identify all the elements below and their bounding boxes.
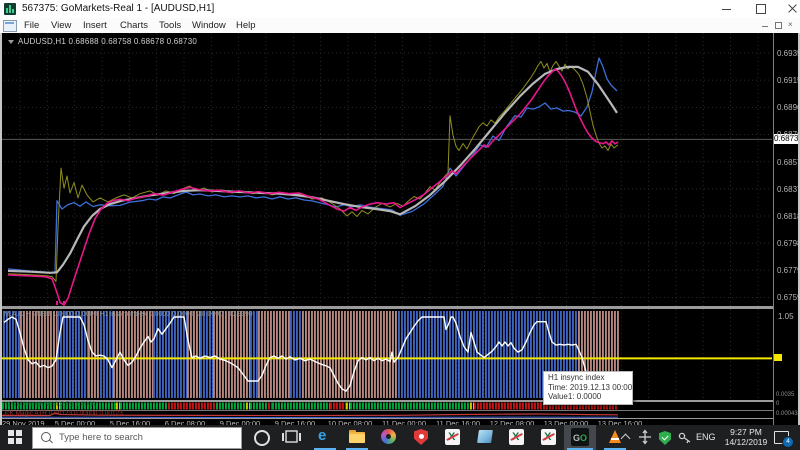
clock-date: 14/12/2019 xyxy=(724,436,768,447)
indicator-tooltip: H1 insync index Time: 2019.12.13 00:00 V… xyxy=(543,371,633,405)
menu-view[interactable]: View xyxy=(51,20,71,31)
price-axis-label: 0.67595 xyxy=(777,293,800,302)
close-button[interactable] xyxy=(778,0,800,18)
price-axis[interactable]: 0.68730 1.05 0.693500.691550.689600.6876… xyxy=(773,33,800,425)
arrow-object xyxy=(63,301,65,305)
task-view-button[interactable] xyxy=(278,425,308,450)
tray-expand-button[interactable] xyxy=(618,425,634,450)
gomarkets-icon: GO xyxy=(571,428,589,446)
mini-scale-label: 0.0035 xyxy=(776,392,795,398)
taskbar: Type here to search e X X X GO ENG 9:27 … xyxy=(0,425,800,450)
arrow-object xyxy=(56,301,58,305)
mini-scale-label: 0.00043 xyxy=(776,411,798,417)
child-close-icon[interactable]: × xyxy=(788,21,793,29)
price-axis-label: 0.69350 xyxy=(777,49,800,58)
tooltip-value: Value1: 0.0000 xyxy=(548,392,602,401)
price-axis-label: 0.68765 xyxy=(777,130,800,139)
excel-icon: X xyxy=(509,429,524,445)
taskbar-search[interactable]: Type here to search xyxy=(32,427,242,449)
tray-app-button[interactable] xyxy=(637,425,653,450)
language-indicator[interactable]: ENG xyxy=(696,432,716,442)
gomarkets-mt4-button-active[interactable]: GO xyxy=(564,425,596,450)
notes-button[interactable] xyxy=(470,425,500,450)
green-shield-icon xyxy=(659,431,671,445)
menu-insert[interactable]: Insert xyxy=(83,20,107,31)
window-border xyxy=(0,33,2,425)
insync-indicator-panel[interactable] xyxy=(0,309,772,400)
excel-button-2[interactable]: X xyxy=(502,425,532,450)
price-axis-label: 0.68375 xyxy=(777,185,800,194)
maximize-button[interactable] xyxy=(746,0,776,18)
notification-badge: 4 xyxy=(782,436,794,448)
desktop: 567375: GoMarkets-Real 1 - [AUDUSD,H1] F… xyxy=(0,0,800,450)
key-tray-button[interactable] xyxy=(677,425,693,450)
price-axis-label: 0.68180 xyxy=(777,212,800,221)
tma-panel-label: H1 TMA Hash MA4.2 P1 1.0000 xyxy=(3,401,96,408)
edge-button[interactable]: e xyxy=(310,425,340,450)
paint-icon xyxy=(381,429,396,444)
edge-icon: e xyxy=(318,427,327,444)
chart-workspace[interactable]: AUDUSD,H1 0.68688 0.68758 0.68678 0.6873… xyxy=(0,33,800,425)
chart-window-icon[interactable] xyxy=(3,20,17,32)
price-axis-label: 0.68570 xyxy=(777,158,800,167)
indicator-header-text: M.A.C.H 2NBB 1.0000 0.0000 H1 insyncinde… xyxy=(4,311,253,318)
price-chart[interactable] xyxy=(0,33,772,306)
insync-scale-label: 1.05 xyxy=(778,312,794,321)
taskbar-clock[interactable]: 9:27 PM 14/12/2019 xyxy=(722,427,770,447)
search-icon xyxy=(41,432,51,442)
one-click-arrow-icon[interactable] xyxy=(8,40,14,44)
menu-window[interactable]: Window xyxy=(192,20,226,31)
move-arrows-icon xyxy=(639,429,651,445)
menu-charts[interactable]: Charts xyxy=(120,20,148,31)
minimize-button[interactable] xyxy=(712,0,742,18)
menu-tools[interactable]: Tools xyxy=(159,20,181,31)
tma-hash-panel[interactable] xyxy=(0,402,772,410)
menu-file[interactable]: File xyxy=(24,20,39,31)
series-gray_ma xyxy=(7,65,618,274)
cortana-button[interactable] xyxy=(246,425,276,450)
threshold-axis-marker xyxy=(774,354,782,361)
price-axis-label: 0.69155 xyxy=(777,76,800,85)
antivirus-button[interactable] xyxy=(406,425,436,450)
price-axis-label: 0.68960 xyxy=(777,103,800,112)
series-yellow_line xyxy=(7,60,619,282)
mt4-app-icon xyxy=(4,3,16,15)
file-explorer-button[interactable] xyxy=(342,425,372,450)
excel-icon: X xyxy=(445,429,460,445)
tooltip-time: Time: 2019.12.13 00:00 xyxy=(548,382,633,392)
symbol-ohlc-readout: AUDUSD,H1 0.68688 0.68758 0.68678 0.6873… xyxy=(8,37,197,46)
excel-icon: X xyxy=(541,429,556,445)
series-magenta_line xyxy=(7,68,619,306)
tooltip-title: H1 insync index xyxy=(548,373,605,382)
price-axis-label: 0.67790 xyxy=(777,266,800,275)
atr-panel-label: JcK Magic ATR 0.00123 0.00000 0.00123 xyxy=(3,410,123,417)
price-axis-label: 0.67985 xyxy=(777,239,800,248)
notes-icon xyxy=(477,430,493,443)
start-button[interactable] xyxy=(8,430,22,444)
mini-scale-label: 0 xyxy=(776,401,780,407)
red-shield-icon xyxy=(414,429,428,445)
key-icon xyxy=(678,432,691,444)
window-title: 567375: GoMarkets-Real 1 - [AUDUSD,H1] xyxy=(22,3,215,14)
child-minimize-icon[interactable] xyxy=(762,26,768,27)
search-placeholder: Type here to search xyxy=(59,432,143,443)
excel-button-3[interactable]: X xyxy=(534,425,564,450)
paint-button[interactable] xyxy=(374,425,404,450)
task-view-icon xyxy=(282,430,301,443)
action-center-button[interactable]: 4 xyxy=(770,425,796,450)
menu-help[interactable]: Help xyxy=(236,20,256,31)
security-tray-button[interactable] xyxy=(657,425,673,450)
child-restore-icon[interactable] xyxy=(775,22,782,29)
cortana-icon xyxy=(254,430,270,446)
menu-bar: File View Insert Charts Tools Window Hel… xyxy=(0,18,800,34)
excel-button-1[interactable]: X xyxy=(438,425,468,450)
window-titlebar[interactable]: 567375: GoMarkets-Real 1 - [AUDUSD,H1] xyxy=(0,0,800,19)
chevron-up-icon xyxy=(620,433,631,444)
